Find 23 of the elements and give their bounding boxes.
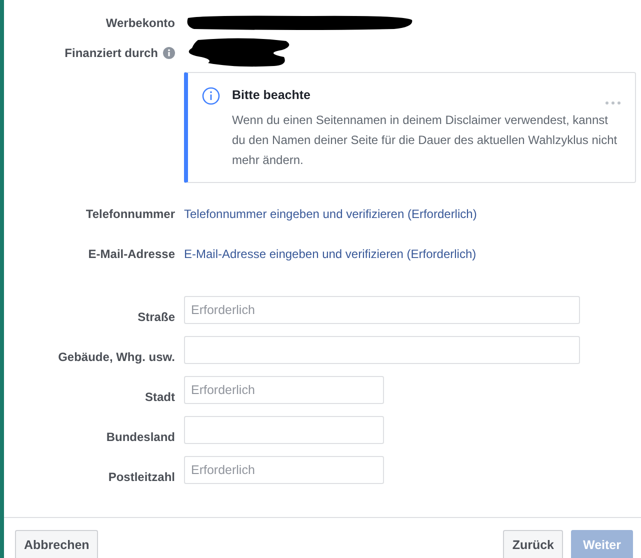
field-label: Werbekonto xyxy=(106,16,175,30)
back-button[interactable]: Zurück xyxy=(503,530,564,558)
input-field[interactable] xyxy=(184,336,580,364)
field-label: Postleitzahl xyxy=(108,470,175,484)
field-label: Gebäude, Whg. usw. xyxy=(58,350,175,364)
verify-link[interactable]: E-Mail-Adresse eingeben und verifizieren (Erforderlich) xyxy=(184,247,476,261)
field-label: E-Mail-Adresse xyxy=(88,247,175,261)
input-field[interactable] xyxy=(184,416,384,444)
field-label: Bundesland xyxy=(106,430,175,444)
field-label: Finanziert durch xyxy=(64,46,158,60)
more-icon[interactable] xyxy=(605,101,621,105)
field-label: Telefonnummer xyxy=(86,207,175,221)
info-icon[interactable] xyxy=(163,47,175,59)
cancel-button[interactable]: Abbrechen xyxy=(15,530,98,558)
field-label: Straße xyxy=(138,310,175,324)
field-label: Stadt xyxy=(145,390,175,404)
input-field[interactable]: Erforderlich xyxy=(184,456,384,484)
input-field[interactable]: Erforderlich xyxy=(184,376,384,404)
notice-title: Bitte beachte xyxy=(232,88,310,102)
verify-link[interactable]: Telefonnummer eingeben und verifizieren (Erforderlich) xyxy=(184,207,477,221)
notice-text: Wenn du einen Seitennamen in deinem Disclaimer verwendest, kannst du den Namen deiner Seite für die Dauer des aktuellen Wahlzyklus nicht mehr ändern. xyxy=(232,112,618,169)
info-icon xyxy=(202,87,220,105)
input-field[interactable]: Erforderlich xyxy=(184,296,580,324)
